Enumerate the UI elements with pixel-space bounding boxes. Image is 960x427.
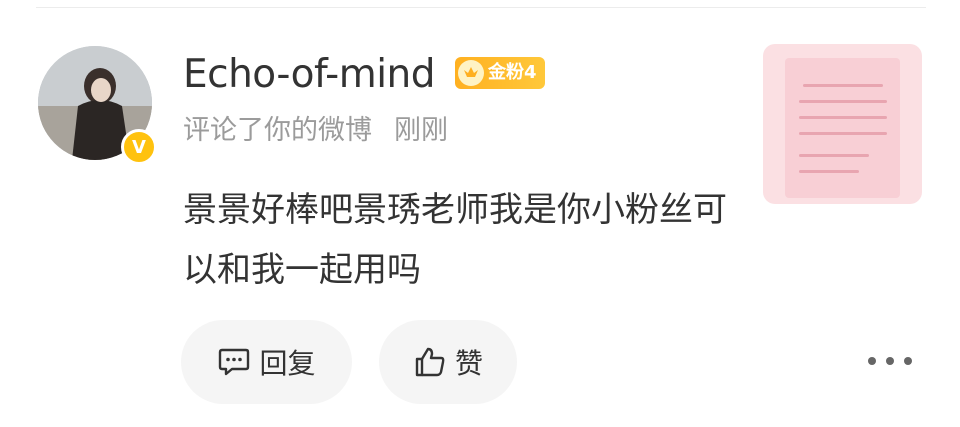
dot (886, 357, 894, 365)
verified-badge: V (121, 129, 157, 165)
dot (868, 357, 876, 365)
like-label: 赞 (454, 347, 483, 380)
fan-badge[interactable]: 金粉4 (455, 57, 545, 89)
post-thumbnail[interactable] (763, 44, 922, 204)
thumbnail-line (799, 100, 887, 103)
crown-icon (458, 60, 484, 86)
thumbnail-paper (785, 58, 900, 198)
thumbnail-line (799, 154, 869, 157)
thumbnail-line (799, 116, 887, 119)
reply-label: 回复 (259, 347, 316, 380)
comment-meta: 评论了你的微博 刚刚 (183, 113, 448, 149)
comment-body: 景景好棒吧景琇老师我是你小粉丝可以和我一起用吗 (183, 190, 727, 290)
fan-badge-label: 金粉4 (488, 62, 537, 83)
username[interactable]: Echo-of-mind (183, 52, 436, 98)
timestamp: 刚刚 (394, 115, 448, 146)
like-button[interactable]: 赞 (379, 320, 517, 404)
dot (904, 357, 912, 365)
action-text: 评论了你的微博 (183, 115, 372, 146)
thumbs-up-icon (413, 345, 447, 379)
more-dots-icon[interactable] (868, 348, 912, 374)
thumbnail-line (803, 84, 883, 87)
comment-bubble-icon (217, 345, 251, 379)
top-divider (36, 7, 926, 8)
thumbnail-line (799, 170, 859, 173)
thumbnail-line (799, 132, 887, 135)
reply-button[interactable]: 回复 (181, 320, 352, 404)
